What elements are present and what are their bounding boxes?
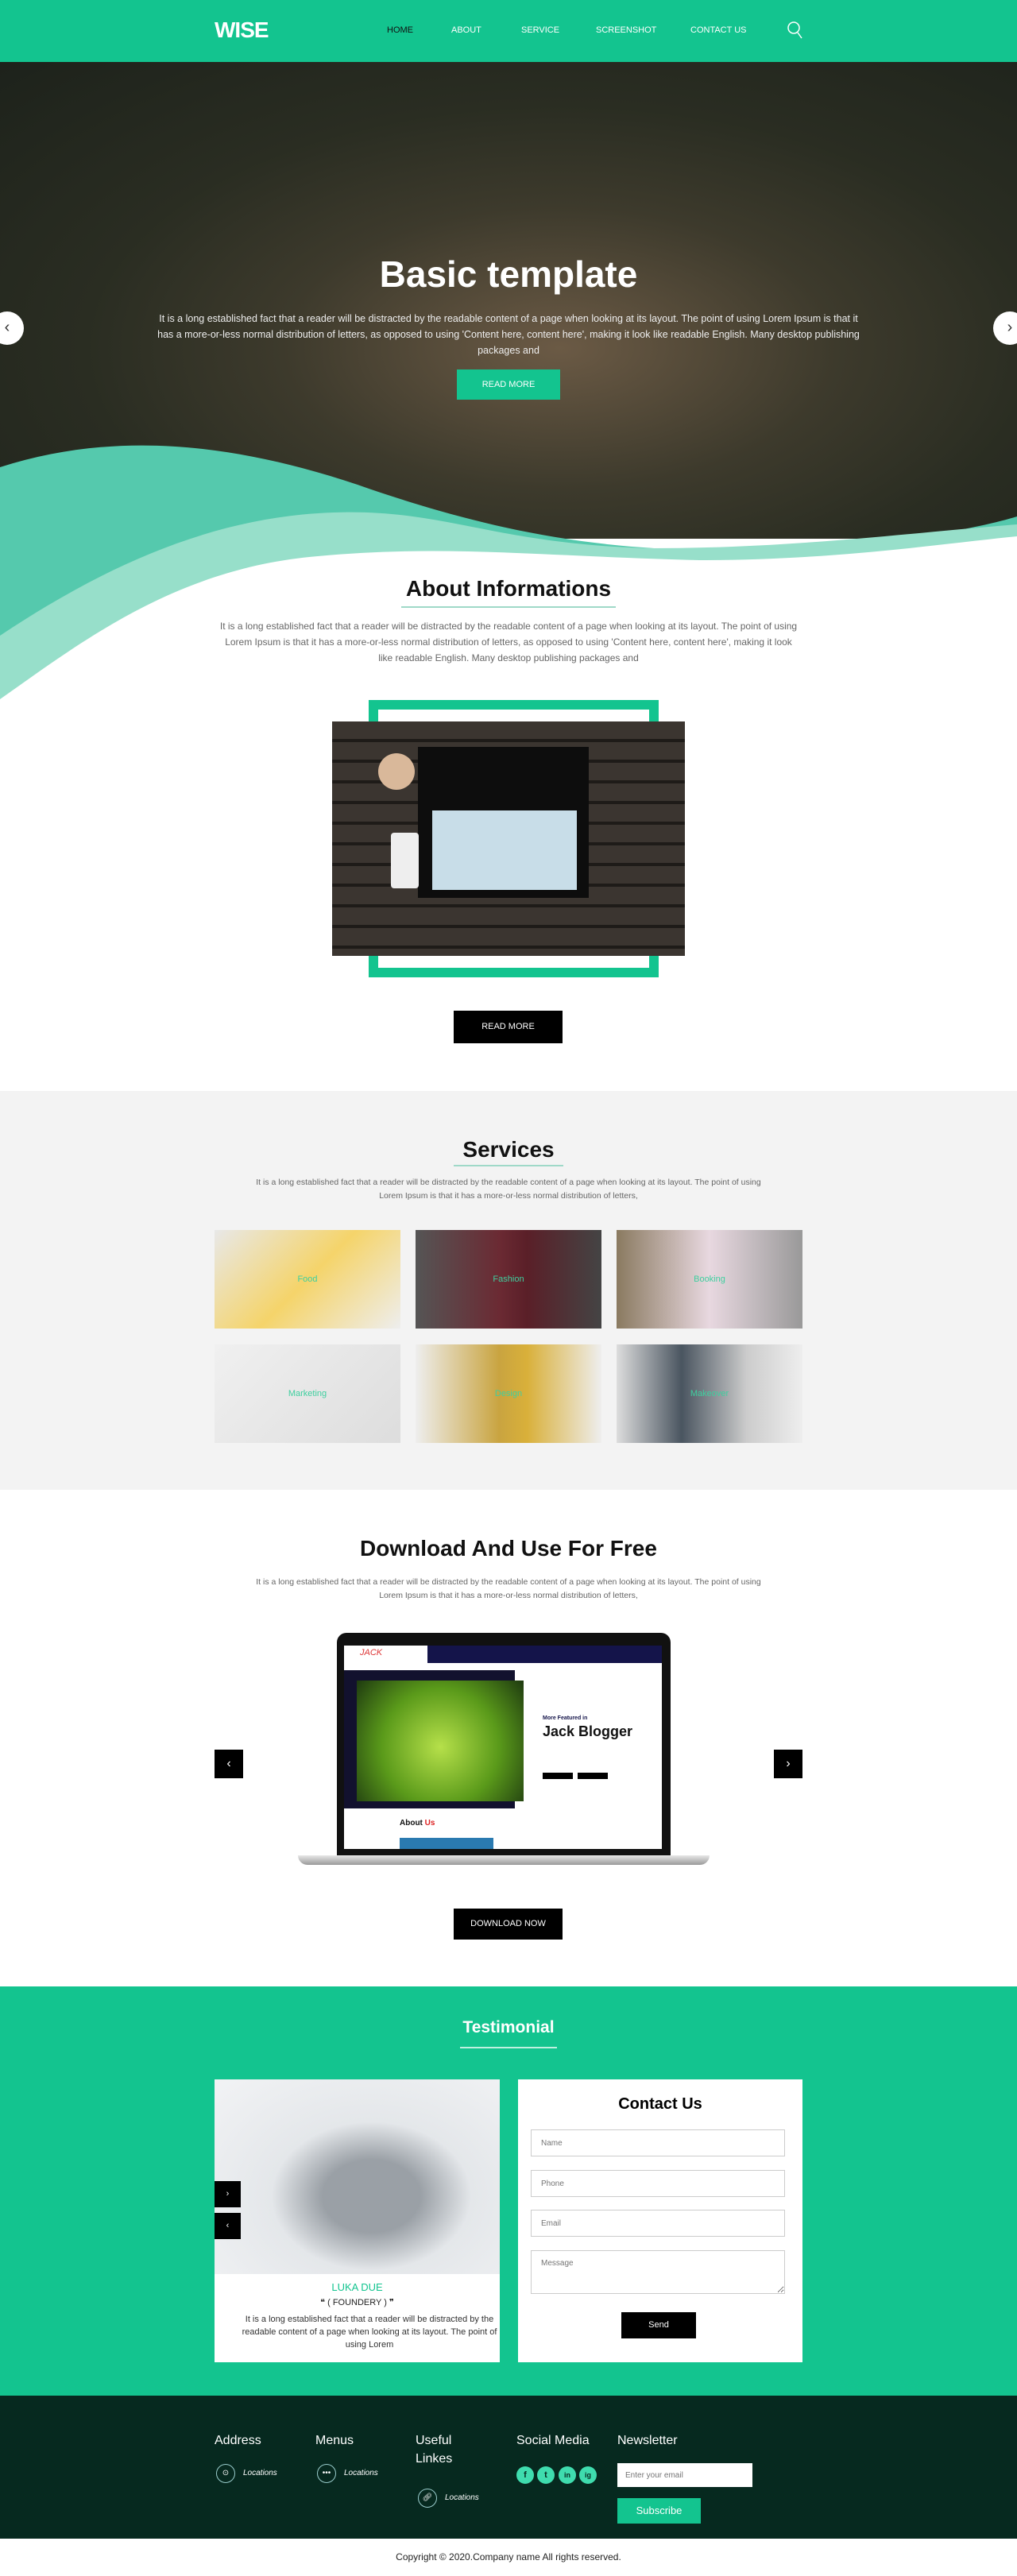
search-icon[interactable]: [787, 21, 804, 40]
about-title: About Informations: [405, 576, 612, 601]
screen-about-accent: Us: [424, 1819, 435, 1828]
chevron-left-icon: ‹: [4, 319, 10, 336]
chevron-right-icon: ›: [1007, 319, 1013, 336]
linkedin-icon[interactable]: in: [559, 2466, 576, 2484]
footer-address-item[interactable]: Locations: [243, 2469, 277, 2477]
testimonial-prev-button[interactable]: ‹: [215, 2213, 241, 2239]
nav-home[interactable]: HOME: [387, 25, 413, 35]
download-title: Download And Use For Free: [360, 1536, 657, 1561]
service-label: Booking: [694, 1274, 725, 1284]
services-section: Services It is a long established fact t…: [0, 1091, 1017, 1490]
service-card-food[interactable]: Food: [215, 1230, 400, 1329]
location-pin-icon: ⊙: [216, 2464, 235, 2483]
chevron-right-icon: ›: [226, 2189, 230, 2199]
top-navbar: WISE HOME ABOUT SERVICE SCREENSHOT CONTA…: [0, 0, 1017, 62]
screen-logo: JACK: [360, 1648, 383, 1657]
about-title-underline: [401, 606, 616, 608]
about-image-laptop-desk: [332, 721, 685, 956]
footer: Address ⊙ Locations Menus ••• Locations …: [0, 2396, 1017, 2539]
service-label: Makeover: [690, 1389, 729, 1398]
footer-menus-title: Menus: [315, 2434, 354, 2447]
testimonial-title-underline: [460, 2047, 557, 2048]
contact-card: Contact Us Send: [518, 2079, 802, 2362]
quote-right-icon: ❞: [386, 2298, 394, 2307]
email-field[interactable]: [531, 2210, 785, 2237]
testimonial-section: Testimonial: [0, 1986, 1017, 2396]
download-text: It is a long established fact that a rea…: [256, 1577, 761, 1600]
screen-about: About: [400, 1819, 423, 1828]
about-read-more-button[interactable]: READ MORE: [454, 1011, 563, 1043]
hero-next-button[interactable]: ›: [993, 311, 1017, 345]
hero-read-more-button[interactable]: READ MORE: [457, 369, 560, 400]
footer-social-title: Social Media: [516, 2434, 590, 2447]
nav-contact[interactable]: CONTACT US: [690, 25, 747, 35]
service-card-fashion[interactable]: Fashion: [416, 1230, 601, 1329]
subscribe-button[interactable]: Subscribe: [617, 2498, 701, 2524]
download-prev-button[interactable]: ‹: [215, 1750, 243, 1778]
service-label: Fashion: [493, 1274, 524, 1284]
download-next-button[interactable]: ›: [774, 1750, 802, 1778]
testimonial-next-button[interactable]: ›: [215, 2181, 241, 2207]
service-label: Design: [494, 1389, 523, 1398]
testimonial-name: LUKA DUE: [331, 2281, 383, 2293]
about-text: It is a long established fact that a rea…: [219, 621, 798, 663]
name-field[interactable]: [531, 2129, 785, 2156]
chevron-left-icon: ‹: [226, 1757, 231, 1770]
hero-text: It is a long established fact that a rea…: [157, 313, 860, 356]
service-card-design[interactable]: Design: [416, 1344, 601, 1443]
service-card-makeover[interactable]: Makeover: [617, 1344, 802, 1443]
testimonial-title: Testimonial: [462, 2018, 555, 2036]
download-now-button[interactable]: DOWNLOAD NOW: [454, 1909, 563, 1940]
footer-newsletter-title: Newsletter: [617, 2434, 678, 2447]
instagram-icon[interactable]: ig: [579, 2466, 597, 2484]
hero-prev-button[interactable]: ‹: [0, 311, 24, 345]
nav-screenshot[interactable]: SCREENSHOT: [596, 25, 656, 35]
services-title-underline: [454, 1165, 563, 1166]
twitter-icon[interactable]: t: [537, 2466, 555, 2484]
footer-address-title: Address: [215, 2434, 261, 2447]
wave-divider: [0, 445, 1017, 715]
phone-field[interactable]: [531, 2170, 785, 2197]
testimonial-text: It is a long established fact that a rea…: [242, 2315, 497, 2350]
message-field[interactable]: [531, 2250, 785, 2294]
services-title: Services: [462, 1137, 555, 1162]
footer-useful-item[interactable]: Locations: [445, 2493, 479, 2502]
newsletter-email-input[interactable]: [617, 2463, 752, 2487]
service-card-marketing[interactable]: Marketing: [215, 1344, 400, 1443]
testimonial-photo: [215, 2079, 500, 2274]
nav-about[interactable]: ABOUT: [451, 25, 481, 35]
nav-service[interactable]: SERVICE: [521, 25, 559, 35]
service-label: Marketing: [288, 1389, 327, 1398]
chevron-right-icon: ›: [786, 1757, 791, 1770]
quote-left-icon: ❝: [320, 2298, 328, 2307]
testimonial-role: ❝ ( FOUNDERY ) ❞: [320, 2298, 394, 2307]
services-text: It is a long established fact that a rea…: [256, 1178, 761, 1201]
laptop-screenshot: JACK More Featured in Jack Blogger About…: [298, 1633, 710, 1871]
screen-heading: Jack Blogger: [543, 1723, 633, 1739]
link-icon: 🔗︎: [418, 2489, 437, 2508]
logo[interactable]: WISE: [215, 17, 269, 43]
contact-title: Contact Us: [618, 2095, 702, 2113]
send-button[interactable]: Send: [621, 2312, 696, 2338]
service-label: Food: [297, 1274, 318, 1284]
footer-menus-item[interactable]: Locations: [344, 2469, 378, 2477]
chevron-left-icon: ‹: [226, 2221, 230, 2230]
service-card-booking[interactable]: Booking: [617, 1230, 802, 1329]
footer-useful-title: Useful Linkes: [416, 2434, 453, 2466]
more-dots-icon: •••: [317, 2464, 336, 2483]
facebook-icon[interactable]: f: [516, 2466, 534, 2484]
testimonial-card: › ‹ LUKA DUE ❝ ( FOUNDERY ) ❞ It is a lo…: [215, 2079, 500, 2362]
copyright: Copyright © 2020.Company name All rights…: [396, 2551, 621, 2562]
hero-title: Basic template: [379, 253, 638, 295]
screen-featured: More Featured in: [543, 1715, 588, 1721]
